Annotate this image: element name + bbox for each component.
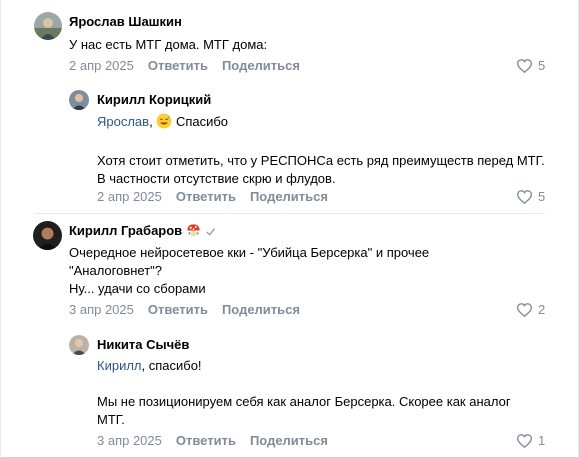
like-button[interactable]: 2 — [517, 302, 545, 317]
like-button[interactable]: 5 — [517, 189, 545, 204]
reply-button[interactable]: Ответить — [148, 58, 208, 73]
mention-suffix: , спасибо! — [141, 358, 202, 373]
comment-author[interactable]: Никита Сычёв — [97, 337, 189, 352]
comment-date[interactable]: 3 апр 2025 — [97, 433, 162, 448]
comment-text-line: Очередное нейросетевое кки - "Убийца Бер… — [69, 245, 430, 278]
comment-meta: 3 апр 2025 Ответить Поделиться — [97, 433, 342, 448]
comment-date[interactable]: 2 апр 2025 — [97, 189, 162, 204]
avatar[interactable] — [69, 90, 89, 110]
user-avatar-icon — [69, 90, 89, 110]
reply-button[interactable]: Ответить — [148, 302, 208, 317]
user-avatar-icon — [33, 221, 62, 250]
share-button[interactable]: Поделиться — [250, 433, 328, 448]
mention-link[interactable]: Кирилл — [97, 358, 142, 373]
comment-text: Кирилл, спасибо! Мы не позиционируем себ… — [97, 357, 527, 429]
comment-text-line: Мы не позиционируем себя как аналог Берс… — [97, 394, 511, 427]
avatar[interactable] — [33, 221, 62, 250]
checkmark-icon — [205, 225, 216, 240]
like-count: 5 — [538, 189, 546, 204]
avatar[interactable] — [69, 335, 89, 355]
sweat-smile-emoji-icon — [156, 113, 172, 134]
heart-icon — [517, 58, 532, 73]
comment-meta: 2 апр 2025 Ответить Поделиться — [97, 189, 342, 204]
comment-date[interactable]: 3 апр 2025 — [69, 302, 134, 317]
comment-text-line: Хотя стоит отметить, что у РЕСПОНСа есть… — [97, 153, 545, 186]
mention-link[interactable]: Ярослав — [97, 114, 149, 129]
comment-text-line: Ну... удачи со сборами — [69, 281, 206, 296]
user-avatar-icon — [34, 12, 62, 40]
like-button[interactable]: 5 — [517, 58, 545, 73]
share-button[interactable]: Поделиться — [222, 302, 300, 317]
comment-author[interactable]: Ярослав Шашкин — [69, 14, 182, 29]
comment-date[interactable]: 2 апр 2025 — [69, 58, 134, 73]
heart-icon — [517, 189, 532, 204]
comment-divider — [34, 213, 545, 214]
reply-button[interactable]: Ответить — [176, 189, 236, 204]
mention-suffix: , — [149, 114, 157, 129]
frame-left-border — [0, 0, 1, 457]
comment-text-thanks: Спасибо — [175, 114, 229, 129]
like-count: 1 — [538, 433, 546, 448]
comment-author-name: Кирилл Грабаров — [69, 223, 183, 238]
comment-author[interactable]: Кирилл Грабаров — [69, 223, 216, 241]
comment-meta: 3 апр 2025 Ответить Поделиться — [69, 302, 314, 317]
comment-text-line: Ярослав, Спасибо — [97, 113, 552, 134]
mushroom-badge-icon — [186, 223, 201, 241]
avatar[interactable] — [34, 12, 62, 40]
like-count: 5 — [538, 58, 546, 73]
comment-text: Ярослав, Спасибо Хотя стоит отметить, чт… — [97, 113, 552, 188]
share-button[interactable]: Поделиться — [250, 189, 328, 204]
reply-button[interactable]: Ответить — [176, 433, 236, 448]
heart-icon — [517, 433, 532, 448]
comment-author[interactable]: Кирилл Корицкий — [97, 92, 211, 107]
user-avatar-icon — [69, 335, 89, 355]
comment-text: У нас есть МТГ дома. МТГ дома: — [69, 36, 539, 54]
like-button[interactable]: 1 — [517, 433, 545, 448]
share-button[interactable]: Поделиться — [222, 58, 300, 73]
comment-text: Очередное нейросетевое кки - "Убийца Бер… — [69, 244, 489, 298]
like-count: 2 — [538, 302, 546, 317]
comment-text-line: У нас есть МТГ дома. МТГ дома: — [69, 37, 268, 52]
heart-icon — [517, 302, 532, 317]
comment-meta: 2 апр 2025 Ответить Поделиться — [69, 58, 314, 73]
comment-text-line: Кирилл, спасибо! — [97, 357, 527, 375]
